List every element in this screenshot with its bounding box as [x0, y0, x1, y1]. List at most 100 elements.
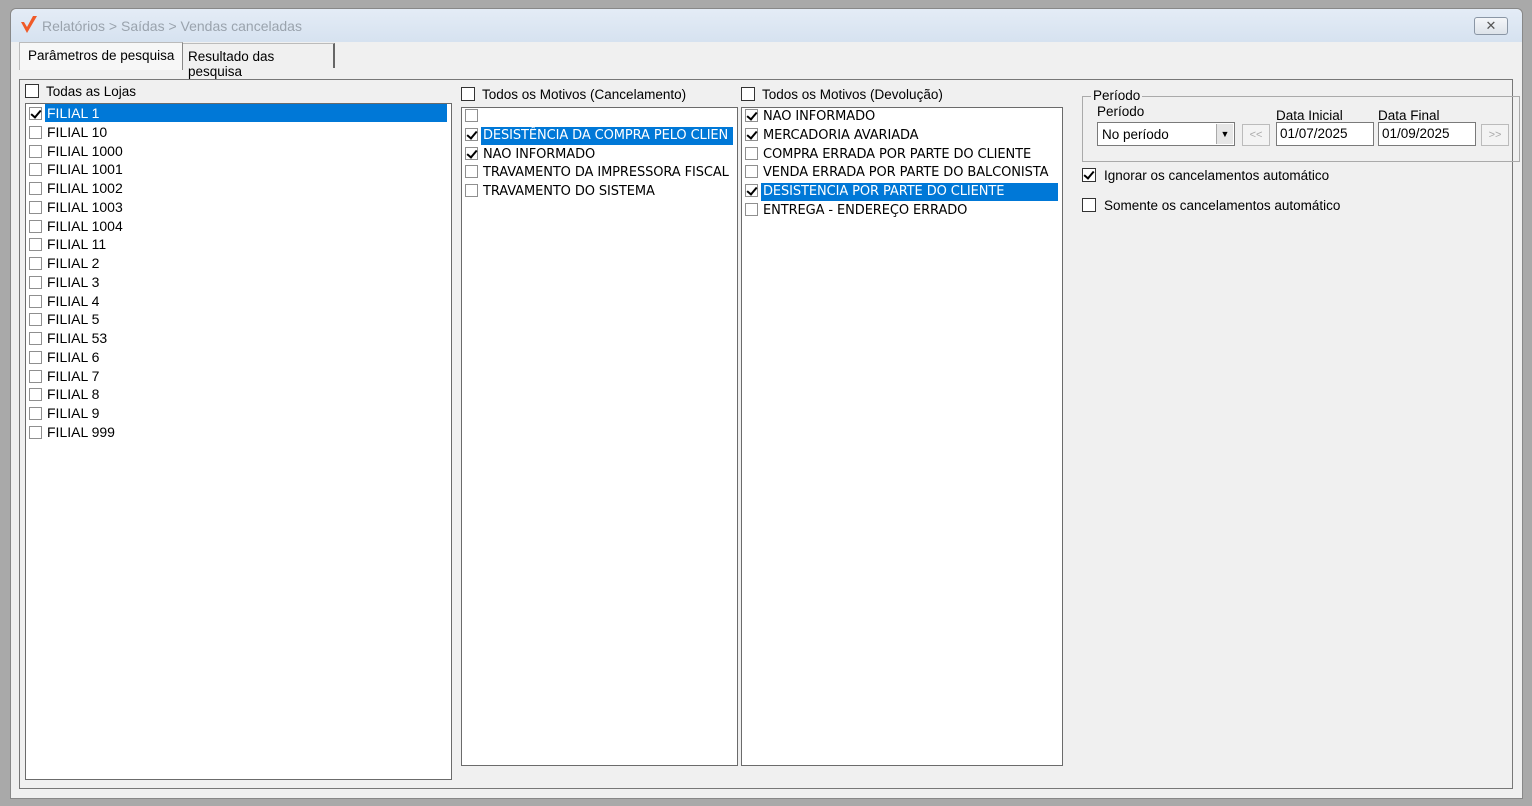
list-item[interactable]: FILIAL 1002: [26, 179, 451, 198]
checkbox[interactable]: [29, 388, 42, 402]
list-item[interactable]: FILIAL 2: [26, 254, 451, 273]
list-item-label: FILIAL 53: [47, 330, 108, 346]
checkbox[interactable]: [745, 202, 758, 216]
list-item-label: DESISTENCIA POR PARTE DO CLIENTE: [761, 183, 1058, 201]
list-item[interactable]: FILIAL 8: [26, 385, 451, 404]
list-item[interactable]: FILIAL 10: [26, 123, 451, 142]
list-item[interactable]: COMPRA ERRADA POR PARTE DO CLIENTE: [742, 146, 1062, 165]
checkbox[interactable]: [29, 238, 42, 252]
title-bar: Relatórios > Saídas > Vendas canceladas …: [11, 9, 1522, 42]
stores-list[interactable]: FILIAL 1 FILIAL 10 FILIAL 1000 FILIAL 1001 F…: [25, 103, 452, 780]
list-item[interactable]: FILIAL 999: [26, 423, 451, 442]
end-date-input[interactable]: 01/09/2025: [1378, 122, 1476, 146]
checkbox[interactable]: [29, 369, 42, 383]
checkbox[interactable]: [29, 313, 42, 327]
list-item[interactable]: MERCADORIA AVARIADA: [742, 127, 1062, 146]
checkbox[interactable]: [29, 294, 42, 308]
list-item[interactable]: FILIAL 53: [26, 329, 451, 348]
cancel-reasons-list[interactable]: DESISTÊNCIA DA COMPRA PELO CLIEN NAO INFO…: [461, 107, 738, 766]
checkbox[interactable]: [745, 146, 758, 160]
tab-parametros[interactable]: Parâmetros de pesquisa: [19, 42, 184, 70]
checkbox[interactable]: [465, 109, 478, 122]
list-item[interactable]: FILIAL 7: [26, 367, 451, 386]
list-item[interactable]: FILIAL 1: [26, 104, 451, 123]
checkbox[interactable]: [29, 182, 42, 195]
all-return-reasons-checkbox[interactable]: Todos os Motivos (Devolução): [741, 87, 943, 102]
checkbox[interactable]: [29, 407, 42, 420]
ignore-auto-cancel-label: Ignorar os cancelamentos automático: [1104, 168, 1330, 183]
list-item[interactable]: FILIAL 3: [26, 273, 451, 292]
list-item[interactable]: FILIAL 1004: [26, 217, 451, 236]
period-select[interactable]: No período ▼: [1097, 122, 1235, 146]
checkbox[interactable]: [745, 127, 758, 141]
list-item-label: FILIAL 6: [47, 348, 100, 365]
all-stores-label: Todas as Lojas: [46, 84, 137, 99]
checkbox[interactable]: [29, 332, 42, 345]
checkbox[interactable]: [29, 350, 42, 364]
checkbox[interactable]: [465, 165, 478, 179]
list-item[interactable]: FILIAL 6: [26, 348, 451, 367]
only-auto-cancel-checkbox[interactable]: Somente os cancelamentos automático: [1082, 198, 1340, 213]
list-item-label: NAO INFORMADO: [763, 109, 876, 124]
chevron-down-icon[interactable]: ▼: [1216, 124, 1233, 144]
checkbox[interactable]: [25, 84, 39, 98]
checkbox[interactable]: [1082, 198, 1096, 212]
ignore-auto-cancel-checkbox[interactable]: Ignorar os cancelamentos automático: [1082, 168, 1329, 183]
list-item[interactable]: FILIAL 5: [26, 310, 451, 329]
checkbox[interactable]: [29, 425, 42, 439]
checkbox[interactable]: [29, 219, 42, 233]
next-period-button[interactable]: >>: [1481, 124, 1509, 146]
close-button[interactable]: ✕: [1474, 17, 1508, 35]
list-item-label: VENDA ERRADA POR PARTE DO BALCONISTA: [763, 165, 1049, 181]
all-stores-checkbox[interactable]: Todas as Lojas: [25, 84, 136, 99]
list-item[interactable]: [462, 108, 737, 127]
list-item[interactable]: ENTREGA - ENDEREÇO ERRADO: [742, 202, 1062, 221]
checkbox[interactable]: [29, 163, 42, 177]
list-item-label: FILIAL 1004: [47, 217, 123, 234]
list-item[interactable]: TRAVAMENTO DA IMPRESSORA FISCAL: [462, 164, 737, 183]
checkbox[interactable]: [465, 127, 478, 141]
checkbox[interactable]: [29, 257, 42, 270]
list-item[interactable]: NAO INFORMADO: [462, 146, 737, 165]
checkbox[interactable]: [29, 125, 42, 139]
start-date-input[interactable]: 01/07/2025: [1276, 122, 1374, 146]
list-item-label: [481, 109, 485, 124]
all-return-reasons-label: Todos os Motivos (Devolução): [762, 87, 943, 102]
all-cancel-reasons-checkbox[interactable]: Todos os Motivos (Cancelamento): [461, 87, 686, 102]
report-window: Relatórios > Saídas > Vendas canceladas …: [10, 8, 1523, 799]
checkbox[interactable]: [745, 165, 758, 179]
checkbox[interactable]: [465, 146, 478, 160]
list-item[interactable]: FILIAL 4: [26, 292, 451, 311]
tab-resultado[interactable]: Resultado das pesquisa: [179, 43, 335, 79]
list-item-label: TRAVAMENTO DA IMPRESSORA FISCAL: [483, 165, 729, 181]
list-item[interactable]: VENDA ERRADA POR PARTE DO BALCONISTA: [742, 164, 1062, 183]
list-item[interactable]: DESISTENCIA POR PARTE DO CLIENTE: [742, 183, 1062, 202]
list-item[interactable]: NAO INFORMADO: [742, 108, 1062, 127]
window-title: Relatórios > Saídas > Vendas canceladas: [42, 18, 302, 34]
list-item-label: FILIAL 1001: [47, 161, 123, 178]
list-item[interactable]: TRAVAMENTO DO SISTEMA: [462, 183, 737, 202]
list-item[interactable]: FILIAL 9: [26, 404, 451, 423]
checkbox[interactable]: [465, 184, 478, 197]
checkbox[interactable]: [745, 109, 758, 122]
list-item-label: FILIAL 1000: [47, 142, 123, 159]
list-item-label: FILIAL 999: [47, 423, 115, 440]
return-reasons-list[interactable]: NAO INFORMADO MERCADORIA AVARIADA COMPRA E…: [741, 107, 1063, 766]
checkbox[interactable]: [1082, 168, 1096, 182]
checkbox[interactable]: [745, 184, 758, 197]
checkbox[interactable]: [461, 87, 475, 101]
checkbox[interactable]: [29, 275, 42, 289]
checkbox[interactable]: [741, 87, 755, 101]
checkbox[interactable]: [29, 200, 42, 214]
list-item[interactable]: FILIAL 1001: [26, 160, 451, 179]
start-date-label: Data Inicial: [1276, 108, 1343, 123]
end-date-label: Data Final: [1378, 108, 1440, 123]
list-item-label: FILIAL 4: [47, 292, 100, 309]
list-item[interactable]: FILIAL 1000: [26, 142, 451, 161]
checkbox[interactable]: [29, 107, 42, 120]
list-item[interactable]: FILIAL 11: [26, 235, 451, 254]
list-item[interactable]: DESISTÊNCIA DA COMPRA PELO CLIEN: [462, 126, 737, 146]
prev-period-button[interactable]: <<: [1242, 124, 1270, 146]
checkbox[interactable]: [29, 144, 42, 158]
list-item[interactable]: FILIAL 1003: [26, 198, 451, 217]
